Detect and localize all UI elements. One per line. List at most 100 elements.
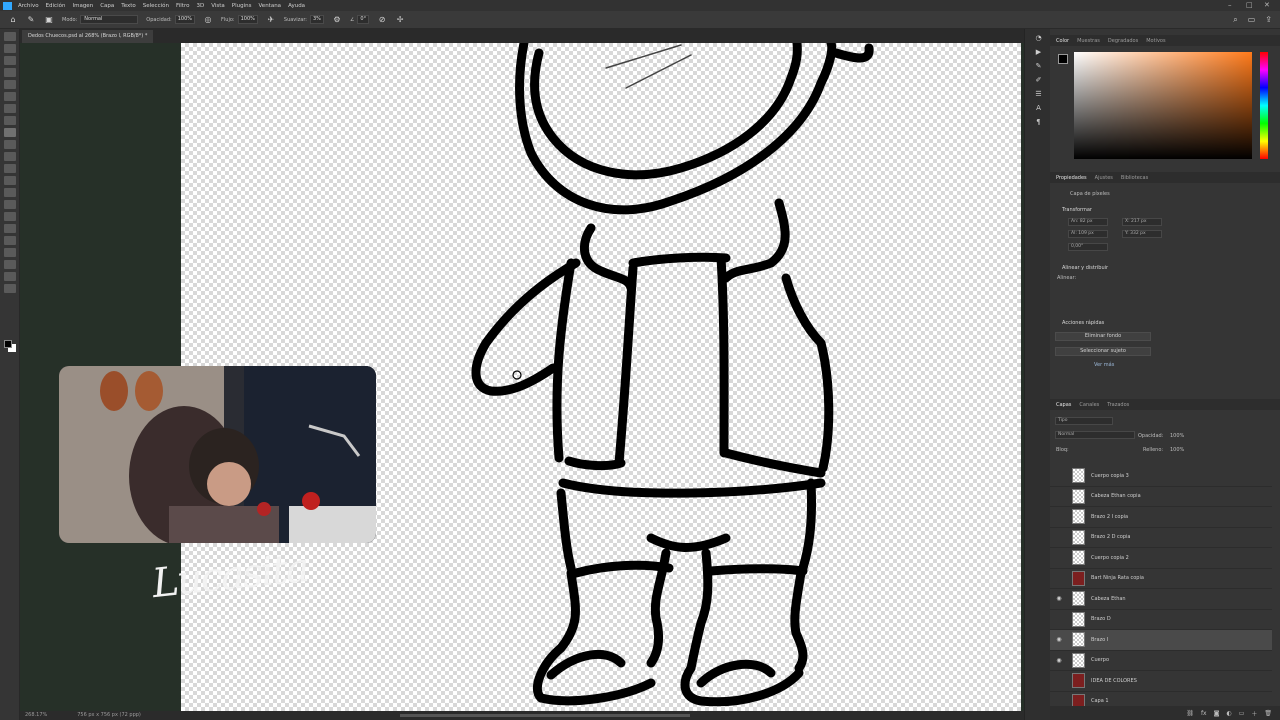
more-tools-icon[interactable]	[4, 284, 16, 293]
tab-layers[interactable]: Capas	[1056, 402, 1071, 408]
link-layers-icon[interactable]: ⛓	[1186, 710, 1194, 717]
delete-layer-icon[interactable]: 🗑	[1264, 710, 1272, 717]
color-picker-field[interactable]	[1074, 52, 1252, 159]
stamp-tool-icon[interactable]	[4, 140, 16, 149]
menu-ventana[interactable]: Ventana	[258, 3, 281, 9]
eraser-tool-icon[interactable]	[4, 164, 16, 173]
menu-ayuda[interactable]: Ayuda	[288, 3, 305, 9]
home-icon[interactable]: ⌂	[8, 15, 18, 25]
height-field[interactable]: Al: 109 px	[1068, 230, 1108, 238]
layer-row[interactable]: Brazo 2 I copia	[1050, 507, 1272, 528]
hue-slider[interactable]	[1260, 52, 1268, 159]
pressure-opacity-icon[interactable]: ◎	[203, 15, 213, 25]
share-icon[interactable]: ⇪	[1265, 15, 1272, 25]
brush-preset-icon[interactable]: ✎	[26, 15, 36, 25]
frame-tool-icon[interactable]	[4, 92, 16, 101]
layer-row[interactable]: ◉ Cuerpo	[1050, 651, 1272, 671]
add-mask-icon[interactable]: ◙	[1214, 710, 1220, 717]
horizontal-scrollbar[interactable]	[400, 714, 690, 717]
layer-filter-select[interactable]: Tipo	[1055, 417, 1113, 425]
tab-patterns[interactable]: Motivos	[1146, 38, 1165, 44]
character-icon[interactable]: A	[1033, 104, 1044, 113]
brush-settings-icon[interactable]: ▣	[44, 15, 54, 25]
workspace-icon[interactable]: ▭	[1248, 15, 1256, 25]
layer-style-icon[interactable]: fx	[1201, 710, 1207, 717]
layer-row[interactable]: ◉ Cabeza Ethan	[1050, 589, 1272, 610]
new-group-icon[interactable]: ▭	[1239, 710, 1245, 717]
align-heading[interactable]: Alinear y distribuir	[1062, 265, 1108, 271]
tab-gradients[interactable]: Degradados	[1108, 38, 1138, 44]
crop-tool-icon[interactable]	[4, 80, 16, 89]
angle-field[interactable]: 0,00°	[1068, 243, 1108, 251]
tab-libraries[interactable]: Bibliotecas	[1121, 175, 1148, 181]
learn-icon[interactable]: ✎	[1033, 62, 1044, 71]
menu-archivo[interactable]: Archivo	[18, 3, 39, 9]
dodge-tool-icon[interactable]	[4, 200, 16, 209]
gradient-tool-icon[interactable]	[4, 176, 16, 185]
maximize-icon[interactable]: □	[1246, 1, 1253, 9]
play-icon[interactable]: ▶	[1033, 48, 1044, 57]
marquee-tool-icon[interactable]	[4, 44, 16, 53]
history-icon[interactable]: ◔	[1033, 34, 1044, 43]
move-tool-icon[interactable]	[4, 32, 16, 41]
eye-icon[interactable]: ◉	[1052, 636, 1066, 643]
menu-capa[interactable]: Capa	[100, 3, 114, 9]
select-subject-button[interactable]: Seleccionar sujeto	[1055, 347, 1151, 356]
adjustment-layer-icon[interactable]: ◐	[1226, 710, 1231, 717]
menu-plugins[interactable]: Plugins	[232, 3, 252, 9]
zoom-tool-icon[interactable]	[4, 272, 16, 281]
type-tool-icon[interactable]	[4, 224, 16, 233]
pen-tool-icon[interactable]	[4, 212, 16, 221]
eye-icon[interactable]: ◉	[1052, 657, 1066, 664]
adjust-icon[interactable]: ☰	[1033, 90, 1044, 99]
layer-row[interactable]: ◉ Brazo I	[1050, 630, 1272, 651]
width-field[interactable]: An: 82 px	[1068, 218, 1108, 226]
layer-row[interactable]: Cuerpo copia 3	[1050, 466, 1272, 487]
y-field[interactable]: Y: 332 px	[1122, 230, 1162, 238]
layer-row[interactable]: Brazo D	[1050, 610, 1272, 630]
close-icon[interactable]: ✕	[1264, 1, 1270, 9]
layer-row[interactable]: Cuerpo copia 2	[1050, 548, 1272, 569]
fill-value[interactable]: 100%	[1170, 447, 1184, 453]
quick-select-tool-icon[interactable]	[4, 68, 16, 77]
eye-icon[interactable]: ◉	[1052, 595, 1066, 602]
more-link[interactable]: Ver más	[1094, 362, 1114, 368]
blend-mode-select[interactable]: Normal	[1055, 431, 1135, 439]
x-field[interactable]: X: 217 px	[1122, 218, 1162, 226]
color-swatch[interactable]	[1058, 54, 1068, 64]
layer-row[interactable]: Brazo 2 D copia	[1050, 528, 1272, 548]
tab-channels[interactable]: Canales	[1079, 402, 1099, 408]
document-tab[interactable]: Dedos Chuecos.psd al 268% (Brazo I, RGB/…	[22, 30, 154, 43]
pressure-size-icon[interactable]: ⊘	[377, 15, 387, 25]
tab-swatches[interactable]: Muestras	[1077, 38, 1100, 44]
layer-row[interactable]: IDEA DE COLORES	[1050, 671, 1272, 692]
menu-vista[interactable]: Vista	[211, 3, 225, 9]
tab-color[interactable]: Color	[1056, 38, 1069, 44]
layer-opacity-value[interactable]: 100%	[1170, 433, 1184, 439]
hand-tool-icon[interactable]	[4, 260, 16, 269]
symmetry-icon[interactable]: ✢	[395, 15, 405, 25]
menu-edicion[interactable]: Edición	[46, 3, 66, 9]
tab-properties[interactable]: Propiedades	[1056, 175, 1087, 181]
tab-paths[interactable]: Trazados	[1107, 402, 1129, 408]
brush-tool-icon[interactable]	[4, 128, 16, 137]
healing-tool-icon[interactable]	[4, 116, 16, 125]
blur-tool-icon[interactable]	[4, 188, 16, 197]
smoothing-input[interactable]: 3%	[310, 15, 324, 24]
angle-input[interactable]: 0°	[357, 15, 370, 24]
lasso-tool-icon[interactable]	[4, 56, 16, 65]
zoom-status[interactable]: 268.17%	[25, 711, 47, 720]
opacity-input[interactable]: 100%	[174, 15, 196, 24]
shape-tool-icon[interactable]	[4, 248, 16, 257]
menu-imagen[interactable]: Imagen	[72, 3, 93, 9]
foreground-color-swatch[interactable]	[4, 340, 12, 348]
quick-actions-heading[interactable]: Acciones rápidas	[1062, 320, 1104, 326]
layer-row[interactable]: Bart Ninja Rata copia	[1050, 569, 1272, 589]
transform-heading[interactable]: Transformar	[1062, 207, 1092, 213]
airbrush-icon[interactable]: ✈	[266, 15, 276, 25]
gear-icon[interactable]: ⚙	[332, 15, 342, 25]
search-icon[interactable]: ⌕	[1233, 15, 1237, 25]
history-brush-tool-icon[interactable]	[4, 152, 16, 161]
mode-select[interactable]: Normal	[80, 15, 139, 24]
eyedropper-tool-icon[interactable]	[4, 104, 16, 113]
